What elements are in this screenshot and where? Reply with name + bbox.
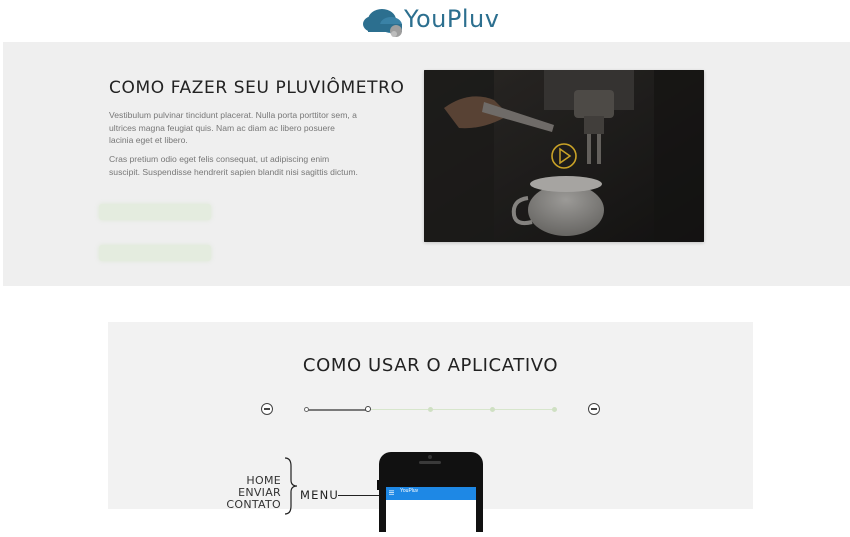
brace-icon <box>284 457 298 515</box>
step-navigator <box>108 400 753 420</box>
logo[interactable]: YouPluv <box>362 2 502 40</box>
volume-button <box>377 480 379 490</box>
phone-mockup: YouPluv <box>377 452 483 537</box>
hero-title: COMO FAZER SEU PLUVIÔMETRO <box>109 78 405 98</box>
hero-section: COMO FAZER SEU PLUVIÔMETRO Vestibulum pu… <box>3 42 850 286</box>
app-title: YouPluv <box>400 488 419 494</box>
prev-step-button[interactable] <box>261 403 273 415</box>
pointer-line <box>338 495 380 496</box>
menu-items-list: HOME ENVIAR CONTATO <box>211 475 281 511</box>
speaker-icon <box>419 461 441 464</box>
hamburger-icon[interactable] <box>389 490 394 495</box>
how-to-section: COMO USAR O APLICATIVO HOME ENVIAR CONTA… <box>108 322 753 537</box>
logo-text: YouPluv <box>404 5 500 33</box>
hero-paragraph-1: Vestibulum pulvinar tincidunt placerat. … <box>109 110 357 145</box>
site-header: YouPluv <box>0 0 850 42</box>
secondary-button[interactable] <box>99 245 211 261</box>
app-bar: YouPluv <box>386 487 476 500</box>
step-dot-current[interactable] <box>365 406 371 412</box>
minus-circle-icon <box>591 408 597 410</box>
step-track-progress <box>306 409 368 411</box>
menu-label: MENU <box>300 488 340 502</box>
section-title: COMO USAR O APLICATIVO <box>302 355 559 376</box>
step-dot[interactable] <box>552 407 557 412</box>
cloud-logo-icon <box>363 9 402 37</box>
menu-item-contato: CONTATO <box>226 498 281 511</box>
camera-icon <box>428 455 432 459</box>
video-thumbnail <box>424 70 704 242</box>
step-dot[interactable] <box>304 407 309 412</box>
minus-circle-icon <box>264 408 270 410</box>
phone-screen: YouPluv <box>386 487 476 537</box>
step-dot[interactable] <box>428 407 433 412</box>
next-step-button[interactable] <box>588 403 600 415</box>
video-player[interactable] <box>424 70 704 242</box>
primary-button[interactable] <box>99 204 211 220</box>
hero-paragraph-2: Cras pretium odio eget felis consequat, … <box>109 154 358 177</box>
step-dot[interactable] <box>490 407 495 412</box>
